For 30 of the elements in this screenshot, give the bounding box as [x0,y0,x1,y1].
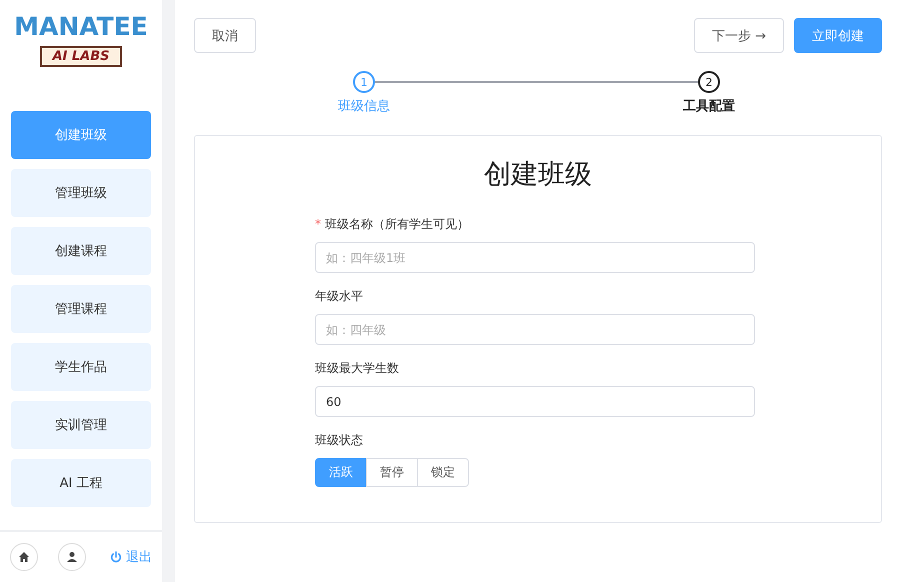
logo-title: MANATEE [14,11,148,43]
step-number: 1 [353,71,375,93]
field-label: 班级最大学生数 [315,360,400,377]
form-title: 创建班级 [484,158,592,192]
home-button[interactable] [10,543,38,571]
field-label: 年级水平 [315,288,364,305]
sidebar-item[interactable]: 管理课程 [11,285,151,333]
sidebar-item[interactable]: 创建课程 [11,227,151,275]
step-label: 工具配置 [683,98,735,115]
sidebar-item[interactable]: 实训管理 [11,401,151,449]
home-icon [18,551,30,563]
required-mark: * [315,217,321,231]
step-number: 2 [698,71,720,93]
field-label: * 班级名称（所有学生可见） [315,216,470,233]
cancel-button[interactable]: 取消 [194,18,256,53]
input-field[interactable]: 如：四年级 [315,314,755,345]
step-label: 班级信息 [338,98,390,115]
input-field[interactable]: 如：四年级1班 [315,242,755,273]
sidebar-item[interactable]: AI 工程 [11,459,151,507]
logo-badge: AI LABS [40,46,122,67]
user-icon [66,551,78,563]
profile-button[interactable] [58,543,86,571]
status-option[interactable]: 暂停 [366,458,418,487]
field-label: 班级状态 [315,432,364,449]
sidebar-item[interactable]: 管理班级 [11,169,151,217]
next-button[interactable]: 下一步 → [694,18,784,53]
sidebar-item[interactable]: 学生作品 [11,343,151,391]
status-option[interactable]: 锁定 [417,458,469,487]
input-field[interactable]: 60 [315,386,755,417]
power-icon [110,551,122,563]
